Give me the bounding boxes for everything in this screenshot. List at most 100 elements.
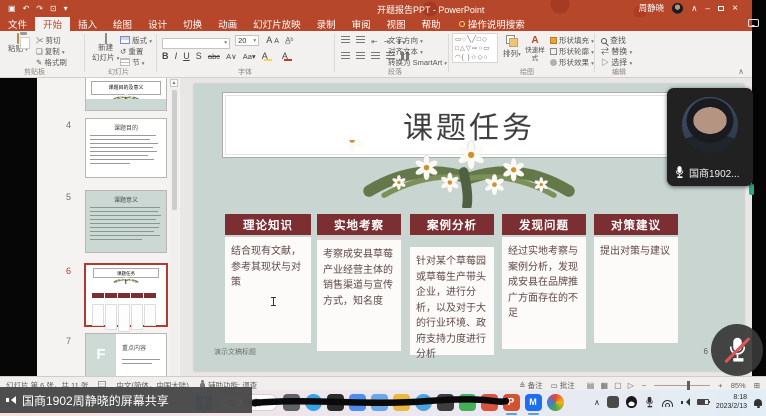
fit-to-window-icon[interactable]: ⊞ [754,381,760,390]
reading-view-icon[interactable]: ▢ [614,381,622,390]
column-case-analysis[interactable]: 案例分析 针对某个草莓园或草莓生产带头企业，进行分析，以及对于大的行业环境、政府… [410,214,494,355]
volume-icon[interactable] [681,398,690,407]
quick-styles-button[interactable]: A 快速样式 [524,35,546,63]
arrange-button[interactable]: 排列▾ [503,35,521,59]
font-size-box[interactable]: 20▾ [235,35,259,46]
bullets-icon[interactable] [341,36,350,44]
colorful-app-taskbar-icon[interactable] [547,394,564,411]
account-name[interactable]: 周静晓 [639,2,665,14]
ribbon-display-options-icon[interactable]: ∧ [691,3,697,14]
italic-button[interactable]: I [175,51,178,61]
column-body[interactable]: 针对某个草莓园或草莓生产带头企业，进行分析，以及对于大的行业环境、政府支持力度进… [410,247,494,355]
thumbnail-slide-7[interactable]: F 重点内容 [85,333,167,376]
text-direction-button[interactable]: 文字方向 ▾ [388,35,423,46]
text-shadow-button[interactable]: S [196,51,202,61]
strikethrough-button[interactable]: abc [208,52,220,61]
tray-app-icon[interactable] [607,396,619,408]
tray-mic-icon[interactable] [645,396,653,407]
thumbnail-scrollbar[interactable]: ▲ [170,78,179,376]
numbering-icon[interactable] [356,36,365,44]
tab-transitions[interactable]: 切换 [175,17,210,31]
qq-penguin-icon[interactable] [626,396,637,408]
mute-toggle-button[interactable] [711,324,763,376]
column-suggestions[interactable]: 对策建议 提出对策与建议 [594,214,678,343]
current-slide-canvas[interactable]: 课题任务 理论知识 结合现有文献，参考其现状与对策 实地考察 考察成安县草莓产业… [194,84,744,371]
paste-button[interactable]: 粘贴 ▾ [8,34,28,54]
zoom-in-button[interactable]: + [718,381,722,390]
zoom-slider-handle[interactable] [687,381,690,390]
shape-outline-button[interactable]: 形状轮廓 ▾ [550,46,594,57]
chat-bubble-icon[interactable] [748,19,759,27]
tab-insert[interactable]: 插入 [70,17,105,31]
tray-chevron-icon[interactable]: ∧ [594,398,600,407]
align-right-icon[interactable] [371,52,380,60]
scrollbar-thumb[interactable] [172,90,177,210]
scroll-up-arrow-icon[interactable]: ▲ [170,79,178,87]
comments-toggle-button[interactable]: ▭ 批注 [551,380,575,391]
column-body[interactable]: 考察成安县草莓产业经营主体的销售渠道与宣传方式，知名度 [317,237,401,351]
tab-home[interactable]: 开始 [35,17,70,31]
participant-video-tile[interactable]: 国商1902... [667,88,753,186]
account-avatar[interactable] [672,3,683,14]
minimize-button[interactable]: – [705,3,710,13]
notification-bell-icon[interactable] [754,399,762,406]
save-icon[interactable]: ▣ [8,4,16,13]
shape-effects-button[interactable]: 形状效果 ▾ [550,57,594,68]
find-button[interactable]: 查找 [601,35,626,46]
underline-button[interactable]: U [183,51,190,61]
normal-view-icon[interactable]: ▤ [587,381,595,390]
align-text-button[interactable]: 对齐文本 ▾ [388,46,423,57]
close-button[interactable]: × [732,3,738,14]
notes-toggle-button[interactable]: ≜ 备注 [519,380,542,391]
cut-button[interactable]: ✂ 剪切 [36,35,61,46]
decrease-indent-icon[interactable]: ⇤ [371,37,377,46]
new-slide-button[interactable]: 新建 幻灯片 ▾ [92,34,119,63]
slideshow-view-icon[interactable]: ▷ [628,381,634,390]
align-left-icon[interactable] [341,52,350,60]
column-body[interactable]: 结合现有文献，参考其现状与对策 [225,237,311,343]
undo-icon[interactable]: ↶ [23,4,30,13]
tab-animations[interactable]: 动画 [210,17,245,31]
restore-button[interactable] [718,6,724,11]
change-case-button[interactable]: Aa▾ [243,52,256,61]
zoom-percentage[interactable]: 85% [731,381,746,390]
thumbnail-slide-5[interactable]: 课题意义 [85,190,167,253]
zoom-out-button[interactable]: − [642,381,646,390]
start-slideshow-icon[interactable]: ⊡ [50,4,57,13]
redo-icon[interactable]: ↷ [36,4,43,13]
reset-button[interactable]: ↺ 重置 [120,46,143,57]
shrink-font-icon[interactable]: A [274,38,279,45]
clear-formatting-icon[interactable]: A̲ᵇ [285,36,293,45]
wifi-icon[interactable] [662,398,674,407]
column-body[interactable]: 提出对策与建议 [594,237,678,343]
layout-button[interactable]: 版式 ▾ [120,35,152,46]
thumbnail-slide-4[interactable]: 课题目的 [85,118,167,178]
thumbnail-slide-6-selected[interactable]: 课题任务 [84,263,168,327]
qat-customize-icon[interactable]: ▾ [64,4,68,13]
tab-review[interactable]: 审阅 [344,17,379,31]
taskbar-clock[interactable]: 8:18 2023/2/13 [716,393,747,411]
meeting-app-taskbar-icon[interactable]: M [525,394,542,411]
font-name-box[interactable]: ▾ [162,38,230,49]
tell-me-search[interactable]: 操作说明搜索 [459,17,525,31]
tab-record[interactable]: 录制 [309,17,344,31]
copy-button[interactable]: ❏ 复制 ▾ [36,46,65,57]
sidebar-toggle-indicator[interactable] [749,184,754,195]
bold-button[interactable]: B [162,51,169,61]
zoom-slider[interactable] [654,385,710,386]
tab-view[interactable]: 视图 [379,17,414,31]
column-body[interactable]: 经过实地考察与案例分析，发现成安县在品牌推广方面存在的不足 [502,237,586,349]
align-center-icon[interactable] [356,52,365,60]
replace-button[interactable]: ⇄ 替换 ▾ [601,46,632,57]
tab-help[interactable]: 帮助 [414,17,449,31]
column-problems[interactable]: 发现问题 经过实地考察与案例分析，发现成安县在品牌推广方面存在的不足 [502,214,586,349]
column-fieldwork[interactable]: 实地考察 考察成安县草莓产业经营主体的销售渠道与宣传方式，知名度 [317,214,401,351]
tab-draw[interactable]: 绘图 [105,17,140,31]
char-spacing-button[interactable]: A∨ [226,52,237,61]
tab-design[interactable]: 设计 [140,17,175,31]
shapes-gallery[interactable]: ▭○╲╱□◇□△▽⇨○▭◠{ }☆◇○ [452,33,498,63]
collapse-ribbon-icon[interactable]: ∧ [738,67,744,76]
tab-file[interactable]: 文件 [0,17,35,31]
slide-sorter-icon[interactable]: ▦ [600,381,608,390]
grow-font-icon[interactable]: A [266,35,272,45]
